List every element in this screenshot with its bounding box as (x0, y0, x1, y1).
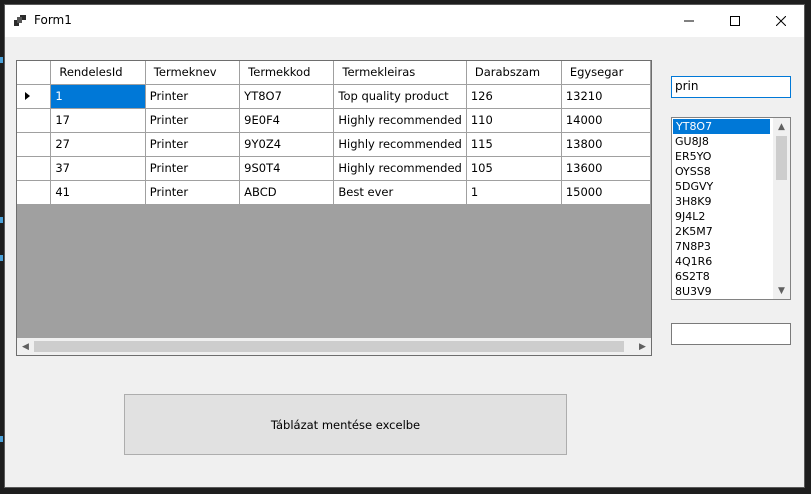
list-item[interactable]: 5DGVY (672, 179, 769, 194)
list-item[interactable]: 4Q1R6 (672, 254, 769, 269)
column-header[interactable]: Termekkod (239, 61, 335, 85)
list-item[interactable]: GU8J8 (672, 134, 769, 149)
column-header[interactable]: Darabszam (466, 61, 562, 85)
grid-cell[interactable]: 41 (50, 180, 146, 205)
export-to-excel-button[interactable]: Táblázat mentése excelbe (124, 394, 567, 455)
list-item[interactable]: ER5YO (672, 149, 769, 164)
grid-cell[interactable]: 9E0F4 (239, 108, 335, 133)
scroll-up-icon[interactable]: ▲ (773, 118, 790, 135)
grid-cell[interactable]: 9S0T4 (239, 156, 335, 181)
table-row[interactable]: 27 Printer 9Y0Z4 Highly recommended 115 … (17, 132, 651, 157)
list-item[interactable]: OYSS8 (672, 164, 769, 179)
grid-cell[interactable]: 13800 (561, 132, 651, 157)
product-code-listbox[interactable]: YT8O7 GU8J8 ER5YO OYSS8 5DGVY 3H8K9 9J4L… (671, 117, 791, 300)
title-bar[interactable]: Form1 (5, 5, 804, 37)
scroll-down-icon[interactable]: ▼ (773, 282, 790, 299)
grid-cell[interactable]: 115 (466, 132, 562, 157)
row-header[interactable] (17, 156, 52, 181)
top-left-header-cell[interactable] (17, 61, 52, 85)
minimize-button[interactable] (666, 5, 712, 37)
background-edge-mark (0, 255, 3, 261)
column-header[interactable]: Egysegar (561, 61, 651, 85)
search-input[interactable]: prin (671, 76, 791, 98)
grid-cell[interactable]: 1 (50, 84, 146, 109)
grid-header-row: RendelesId Termeknev Termekkod Termeklei… (17, 61, 651, 85)
grid-cell[interactable]: 13210 (561, 84, 651, 109)
column-header[interactable]: Termeknev (145, 61, 241, 85)
grid-cell[interactable]: Printer (145, 180, 241, 205)
grid-cell[interactable]: Highly recommended (333, 108, 467, 133)
row-header[interactable] (17, 108, 52, 133)
background-edge-mark (0, 57, 3, 63)
grid-cell[interactable]: YT8O7 (239, 84, 335, 109)
grid-cell[interactable]: Printer (145, 84, 241, 109)
list-item[interactable]: 6S2T8 (672, 269, 769, 284)
grid-cell[interactable]: Highly recommended (333, 132, 467, 157)
vertical-scroll-thumb[interactable] (776, 136, 787, 180)
window-title: Form1 (34, 13, 72, 27)
table-row[interactable]: 41 Printer ABCD Best ever 1 15000 (17, 180, 651, 205)
grid-cell[interactable]: Printer (145, 156, 241, 181)
list-item[interactable]: YT8O7 (673, 119, 770, 134)
list-item[interactable]: 3H8K9 (672, 194, 769, 209)
background-edge-mark (0, 436, 3, 442)
secondary-textbox[interactable] (671, 323, 791, 345)
grid-cell[interactable]: 14000 (561, 108, 651, 133)
horizontal-scroll-thumb[interactable] (34, 341, 624, 352)
close-button[interactable] (758, 5, 804, 37)
table-row[interactable]: 37 Printer 9S0T4 Highly recommended 105 … (17, 156, 651, 181)
scroll-left-icon[interactable]: ◀ (17, 338, 34, 355)
list-item[interactable]: 9J4L2 (672, 209, 769, 224)
row-header[interactable] (17, 84, 52, 109)
grid-cell[interactable]: Printer (145, 132, 241, 157)
grid-cell[interactable]: 17 (50, 108, 146, 133)
grid-cell[interactable]: 110 (466, 108, 562, 133)
close-icon (776, 16, 786, 26)
row-header[interactable] (17, 180, 52, 205)
grid-cell[interactable]: 1 (466, 180, 562, 205)
grid-table: RendelesId Termeknev Termekkod Termeklei… (17, 61, 651, 205)
maximize-button[interactable] (712, 5, 758, 37)
column-header[interactable]: RendelesId (50, 61, 146, 85)
grid-cell[interactable]: Top quality product (333, 84, 467, 109)
app-icon (14, 15, 26, 26)
maximize-icon (730, 16, 740, 26)
grid-cell[interactable]: 27 (50, 132, 146, 157)
current-row-arrow-icon (25, 92, 30, 100)
grid-cell[interactable]: 15000 (561, 180, 651, 205)
form-window: Form1 RendelesId Termeknev Termekkod Ter… (5, 5, 804, 487)
grid-cell[interactable]: Printer (145, 108, 241, 133)
grid-cell[interactable]: Highly recommended (333, 156, 467, 181)
grid-cell[interactable]: 37 (50, 156, 146, 181)
grid-cell[interactable]: ABCD (239, 180, 335, 205)
table-row[interactable]: 1 Printer YT8O7 Top quality product 126 … (17, 84, 651, 109)
grid-cell[interactable]: 9Y0Z4 (239, 132, 335, 157)
grid-cell[interactable]: 105 (466, 156, 562, 181)
grid-cell[interactable]: 126 (466, 84, 562, 109)
scroll-right-icon[interactable]: ▶ (634, 338, 651, 355)
background-edge-mark (0, 217, 3, 223)
row-header[interactable] (17, 132, 52, 157)
grid-cell[interactable]: Best ever (333, 180, 467, 205)
vertical-scrollbar[interactable]: ▲ ▼ (773, 118, 790, 299)
column-header[interactable]: Termekleiras (333, 61, 467, 85)
data-grid[interactable]: RendelesId Termeknev Termekkod Termeklei… (16, 60, 652, 356)
list-item[interactable]: 8U3V9 (672, 284, 769, 299)
minimize-icon (684, 20, 694, 22)
table-row[interactable]: 17 Printer 9E0F4 Highly recommended 110 … (17, 108, 651, 133)
horizontal-scrollbar[interactable]: ◀ ▶ (17, 338, 651, 355)
list-item[interactable]: 7N8P3 (672, 239, 769, 254)
grid-cell[interactable]: 13600 (561, 156, 651, 181)
list-item[interactable]: 2K5M7 (672, 224, 769, 239)
